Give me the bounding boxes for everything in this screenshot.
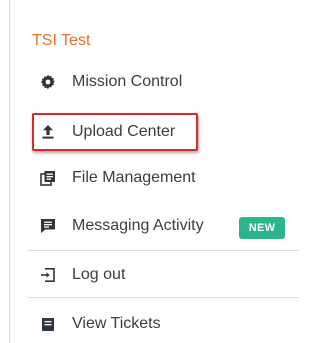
menu-item-label: Messaging Activity [72,217,204,234]
menu-item-view-tickets[interactable]: View Tickets [10,301,309,343]
menu-item-file-management[interactable]: File Management [10,155,309,201]
gear-icon [40,74,56,90]
menu-item-label: Log out [72,266,126,283]
menu-item-label: File Management [72,169,196,186]
menu-title: TSI Test [32,32,91,49]
menu-divider [28,250,299,251]
ticket-icon [40,316,56,332]
menu-divider [28,297,299,298]
logout-icon [40,267,56,283]
file-stack-icon [40,170,56,186]
message-icon [40,218,56,234]
menu-item-log-out[interactable]: Log out [10,252,309,298]
new-badge: NEW [239,217,285,239]
navigation-menu: TSI Test Mission Control Upload Center F… [9,0,309,343]
menu-item-label: View Tickets [72,315,161,332]
highlight-annotation [32,113,198,151]
menu-item-label: Mission Control [72,73,183,90]
menu-item-mission-control[interactable]: Mission Control [10,59,309,105]
